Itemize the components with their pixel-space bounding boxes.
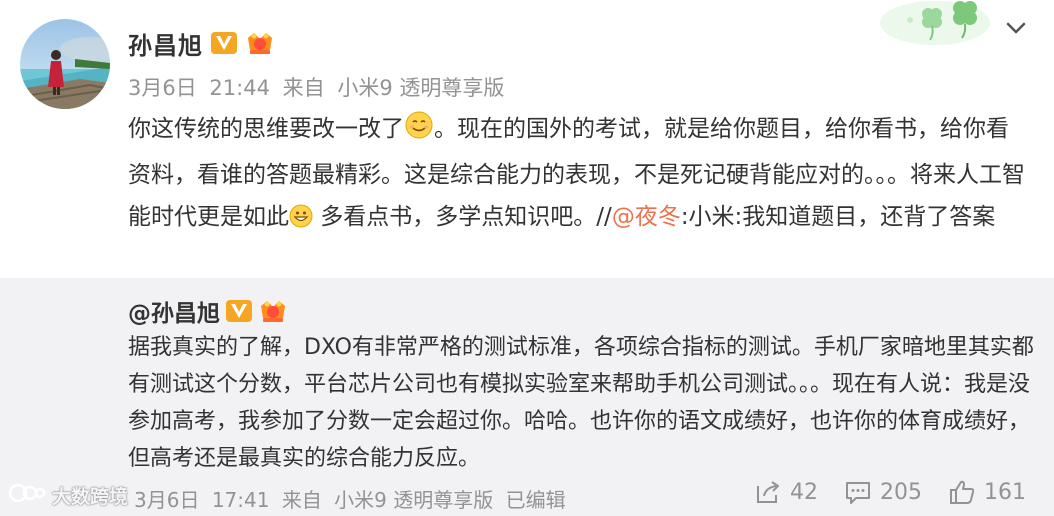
comment-count: 205: [880, 479, 922, 505]
like-icon: [950, 480, 975, 504]
post-date: 3月6日: [128, 76, 197, 100]
repost-count: 42: [790, 479, 818, 505]
post-source[interactable]: 小米9 透明尊享版: [337, 76, 504, 100]
member-crown-icon: [245, 30, 275, 56]
watermark-logo-icon: [8, 482, 48, 509]
comment-icon: [846, 482, 870, 504]
repost-text: 据我真实的了解，DXO有非常严格的测试标准，各项综合指标的测试。手机厂家暗地里其…: [128, 335, 1034, 471]
repost-source[interactable]: 小米9 透明尊享版: [334, 488, 493, 512]
mention-link[interactable]: @夜冬: [612, 204, 681, 230]
chevron-down-icon[interactable]: [1002, 14, 1030, 42]
weibo-post: 孙昌旭 3月6日 21:44 来自 小米9 透明尊享版 你这传统的思维要改一改了…: [0, 0, 1054, 278]
post-text-part-4: :小米:我知道题目，还背了答案: [680, 204, 996, 230]
like-count: 161: [984, 479, 1026, 505]
author-row: 孙昌旭: [128, 26, 275, 60]
repost-time[interactable]: 17:41: [212, 488, 270, 512]
post-time[interactable]: 21:44: [209, 76, 270, 100]
post-meta: 3月6日 21:44 来自 小米9 透明尊享版: [128, 72, 510, 102]
verified-v-icon: [226, 300, 252, 322]
action-bar: 42 205 161: [754, 478, 1026, 506]
avatar[interactable]: [20, 19, 110, 109]
member-crown-icon: [258, 298, 288, 324]
verified-v-icon: [211, 32, 237, 54]
comment-button[interactable]: 205: [844, 478, 922, 506]
post-text: 你这传统的思维要改一改了 。现在的国外的考试，就是给你题目，给你看书，给你看资料，…: [128, 108, 1028, 242]
smile-emoji: [404, 110, 434, 154]
author-name[interactable]: 孙昌旭: [128, 26, 203, 61]
post-source-prefix: 来自: [282, 76, 325, 100]
post-text-part-1: 你这传统的思维要改一改了: [128, 116, 404, 142]
repost-icon: [757, 481, 779, 503]
repost-date: 3月6日: [134, 488, 200, 512]
repost-button[interactable]: 42: [754, 478, 818, 506]
repost-source-prefix: 来自: [281, 488, 322, 512]
post-text-part-3: 多看点书，多学点知识吧。//: [313, 204, 612, 230]
watermark: 大数跨境: [8, 482, 128, 509]
watermark-text: 大数跨境: [52, 486, 129, 508]
edited-label[interactable]: 已编辑: [506, 488, 566, 512]
repost-author-row: @孙昌旭: [128, 294, 288, 328]
like-button[interactable]: 161: [948, 478, 1026, 506]
repost-author-name[interactable]: @孙昌旭: [128, 294, 220, 328]
repost-meta: 3月6日 17:41 来自 小米9 透明尊享版 已编辑: [134, 484, 572, 513]
clover-decoration: [880, 0, 990, 46]
grin-emoji: [289, 200, 313, 242]
